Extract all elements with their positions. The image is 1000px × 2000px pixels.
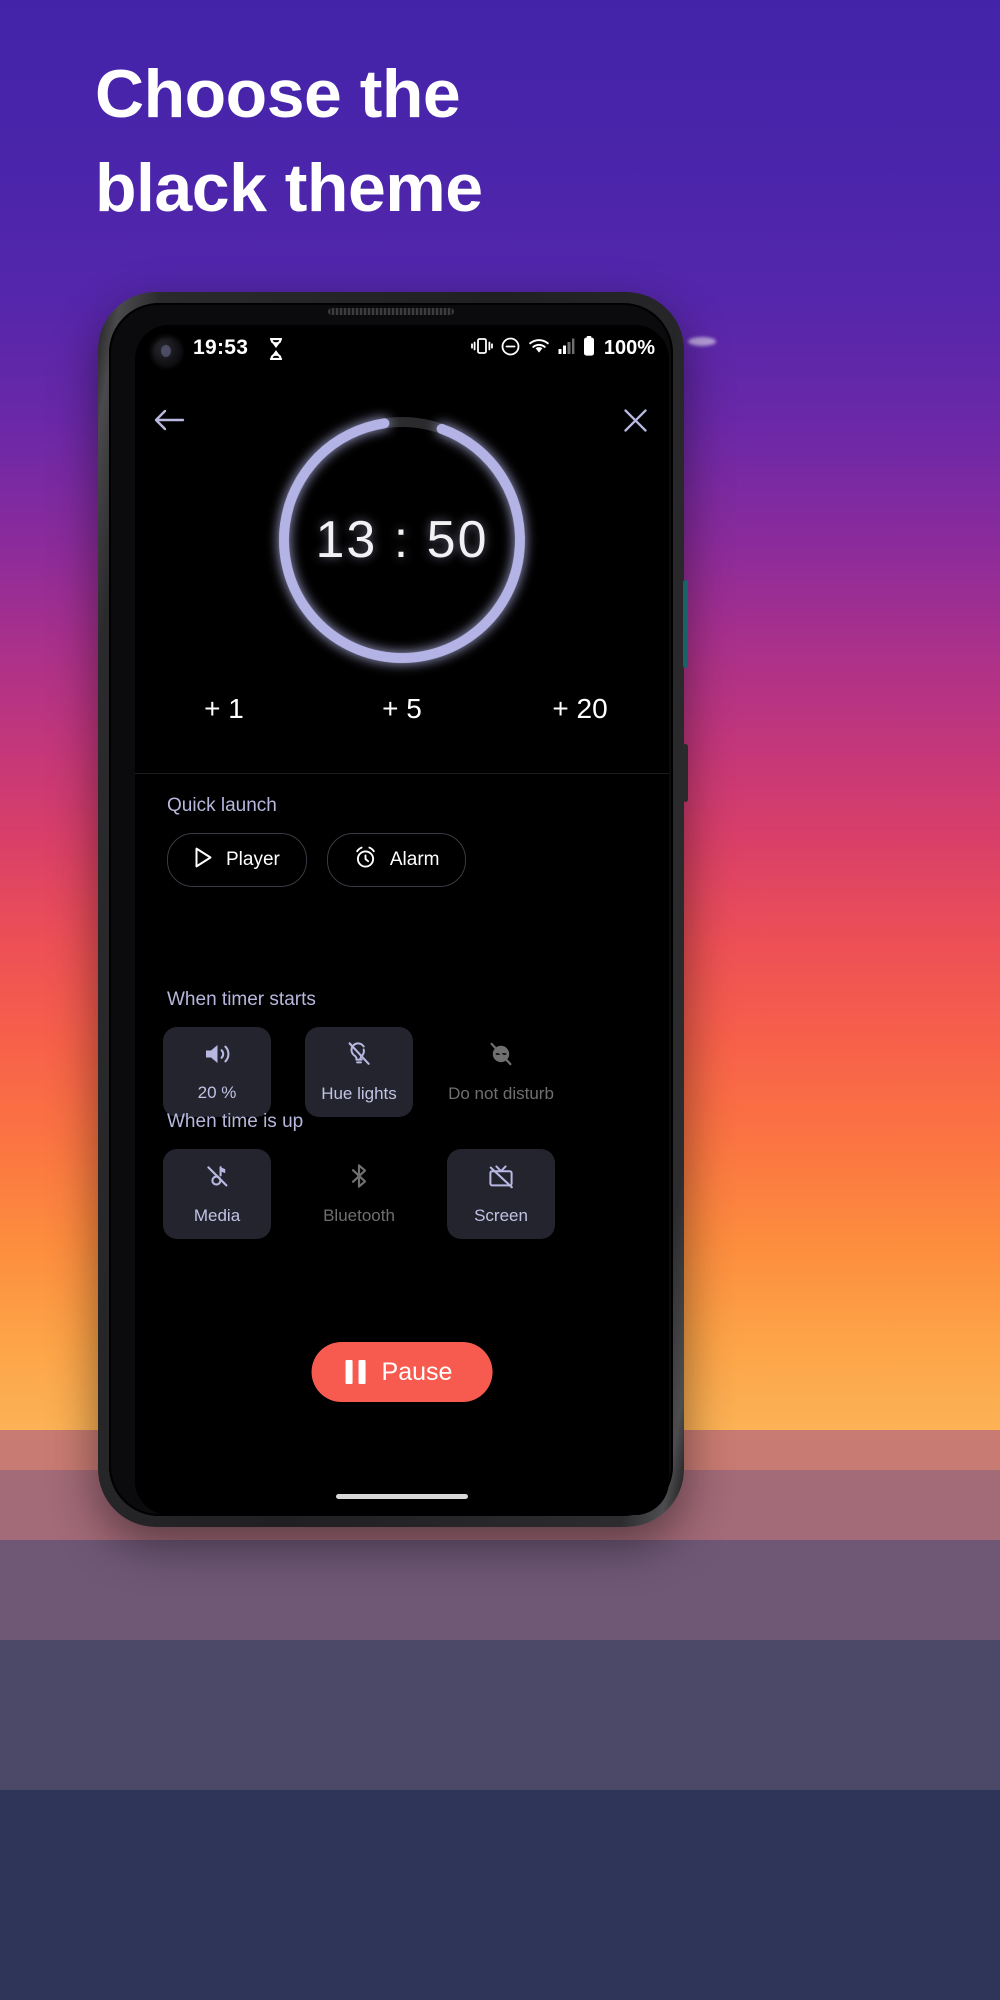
wifi-icon [528,338,550,360]
tile-gap [413,1149,447,1239]
lightbulb-off-icon [345,1040,373,1073]
do-not-disturb-icon [501,337,520,361]
when-timer-starts-row: 20 % Hue lights Do not disturb [163,1027,643,1117]
tile-hue-lights[interactable]: Hue lights [305,1027,413,1117]
tile-do-not-disturb[interactable]: Do not disturb [447,1027,555,1117]
when-timer-starts-title: When timer starts [167,989,316,1010]
signal-icon [558,338,575,360]
earpiece-speaker [328,308,454,315]
power-button[interactable] [683,744,688,802]
phone-bezel: 19:53 100% 13: 50 + 1 + 5 + 20 Quick la… [109,303,673,1516]
mountain-ridge-5 [0,1790,1000,2000]
tv-off-icon [486,1162,516,1195]
headline-line-2: black theme [95,149,483,226]
section-divider [135,773,669,774]
tile-media-label: Media [193,1206,241,1225]
tile-media[interactable]: Media [163,1149,271,1239]
alarm-clock-icon [354,846,377,875]
when-time-is-up-title: When time is up [167,1111,304,1132]
timer-countdown-label: 13 : 50 [315,511,489,569]
bluetooth-icon [347,1162,371,1195]
tile-volume-label: 20 % [197,1083,237,1102]
volume-button[interactable] [683,580,688,668]
promo-headline: Choose the black theme [95,48,735,236]
tile-gap [413,1027,447,1117]
quick-launch-row: Player Alarm [167,833,467,887]
hourglass-icon [268,337,284,365]
sun-glint [688,337,716,346]
phone-mockup: 19:53 100% 13: 50 + 1 + 5 + 20 Quick la… [98,292,688,1527]
tile-volume[interactable]: 20 % [163,1027,271,1117]
pause-button[interactable]: Pause [311,1342,493,1402]
quick-launch-title: Quick launch [167,795,277,816]
status-bar-icons: 100% [470,336,655,361]
timer-ring[interactable]: 13 : 50 [267,405,537,675]
close-icon[interactable] [622,407,649,439]
quick-launch-alarm-label: Alarm [389,849,440,870]
phone-screen: 19:53 100% 13: 50 + 1 + 5 + 20 Quick la… [135,325,669,1515]
battery-icon [583,336,595,361]
add-time-row: + 1 + 5 + 20 [135,693,669,725]
play-icon [194,847,213,874]
quick-launch-alarm-button[interactable]: Alarm [326,833,467,887]
home-indicator[interactable] [336,1494,468,1499]
front-camera-punch-hole [153,338,180,365]
tile-screen[interactable]: Screen [447,1149,555,1239]
timer-app: 13 : 50 + 1 + 5 + 20 Quick launch Player… [135,377,669,1515]
headline-line-1: Choose the [95,56,461,132]
tile-do-not-disturb-label: Do not disturb [448,1084,554,1103]
tile-gap [271,1149,305,1239]
quick-launch-player-button[interactable]: Player [167,833,307,887]
do-not-disturb-off-icon [487,1040,515,1073]
quick-launch-player-label: Player [226,849,280,870]
add-5-minutes-button[interactable]: + 5 [313,693,491,725]
add-20-minutes-button[interactable]: + 20 [491,693,669,725]
pause-button-label: Pause [381,1357,453,1386]
add-1-minute-button[interactable]: + 1 [135,693,313,725]
tile-gap [271,1027,305,1117]
tile-bluetooth[interactable]: Bluetooth [305,1149,413,1239]
vibrate-icon [470,337,493,360]
status-bar-clock: 19:53 [193,336,249,359]
tile-screen-label: Screen [474,1206,528,1225]
volume-up-icon [203,1041,231,1072]
arrow-left-icon[interactable] [153,407,185,438]
battery-percent-label: 100% [603,337,655,359]
tile-hue-lights-label: Hue lights [321,1084,397,1103]
when-time-is-up-row: Media Bluetooth Screen [163,1149,643,1239]
tile-bluetooth-label: Bluetooth [323,1206,395,1225]
pause-icon [345,1360,366,1384]
status-bar: 19:53 100% [135,325,669,377]
music-note-off-icon [203,1162,231,1195]
